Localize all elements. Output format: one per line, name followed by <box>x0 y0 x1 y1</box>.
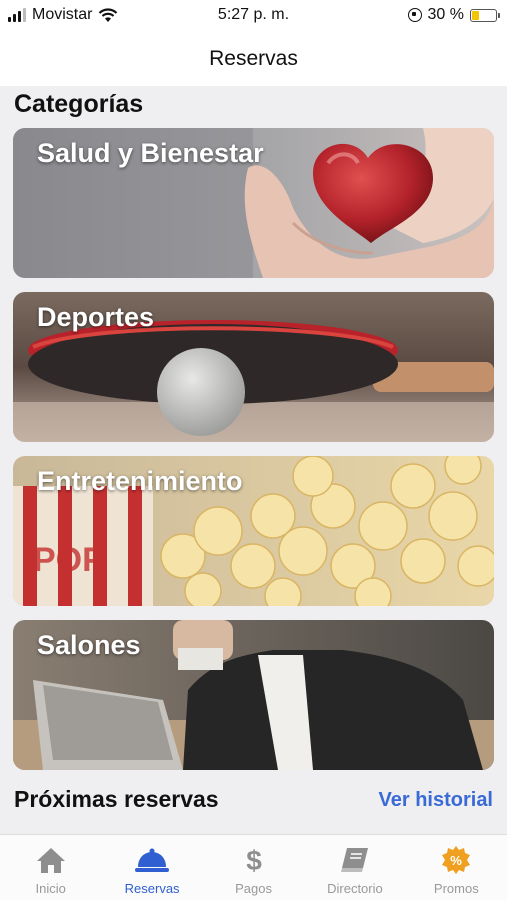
tab-label: Reservas <box>124 881 180 896</box>
page-title: Reservas <box>209 47 298 70</box>
svg-text:$: $ <box>246 845 262 875</box>
category-label: Salud y Bienestar <box>37 138 264 168</box>
tab-pagos[interactable]: $ Pagos <box>203 835 304 900</box>
promo-badge-icon: % <box>439 845 473 875</box>
tab-inicio[interactable]: Inicio <box>0 835 101 900</box>
view-history-link[interactable]: Ver historial <box>379 789 494 812</box>
battery-level <box>472 10 479 20</box>
tab-label: Directorio <box>327 881 383 896</box>
svg-text:%: % <box>451 853 463 868</box>
categories-heading: Categorías <box>14 90 144 118</box>
category-card-deportes[interactable]: Deportes <box>13 292 494 442</box>
battery-icon <box>470 8 500 22</box>
tab-bar: Inicio Reservas $ Pagos Directorio % Pro… <box>0 834 507 900</box>
rotation-lock-icon <box>407 8 422 22</box>
svg-text:POP: POP <box>33 541 105 579</box>
status-right: 30 % <box>407 6 500 24</box>
tab-directorio[interactable]: Directorio <box>304 835 405 900</box>
category-label: Entretenimiento <box>37 466 243 496</box>
tab-label: Promos <box>433 881 479 896</box>
category-card-salones[interactable]: Salones <box>13 620 494 770</box>
nav-bar: Reservas <box>0 32 507 86</box>
battery-percent: 30 % <box>427 6 464 23</box>
tab-label: Pagos <box>235 881 272 896</box>
bell-icon <box>135 845 170 875</box>
home-icon <box>34 845 68 875</box>
category-label: Salones <box>37 630 141 660</box>
dollar-icon: $ <box>237 845 271 875</box>
tab-reservas[interactable]: Reservas <box>101 835 202 900</box>
book-icon <box>338 845 372 875</box>
category-card-salud[interactable]: Salud y Bienestar <box>13 128 494 278</box>
tab-promos[interactable]: % Promos <box>406 835 507 900</box>
category-card-entretenimiento[interactable]: POP Entretenimiento <box>13 456 494 606</box>
status-bar: Movistar 5:27 p. m. 30 % <box>0 0 507 32</box>
tab-label: Inicio <box>35 881 66 896</box>
category-label: Deportes <box>37 302 155 332</box>
upcoming-heading: Próximas reservas <box>14 786 219 812</box>
main-content[interactable]: Categorías Salud y Bienestar Deportes PO… <box>0 86 507 834</box>
